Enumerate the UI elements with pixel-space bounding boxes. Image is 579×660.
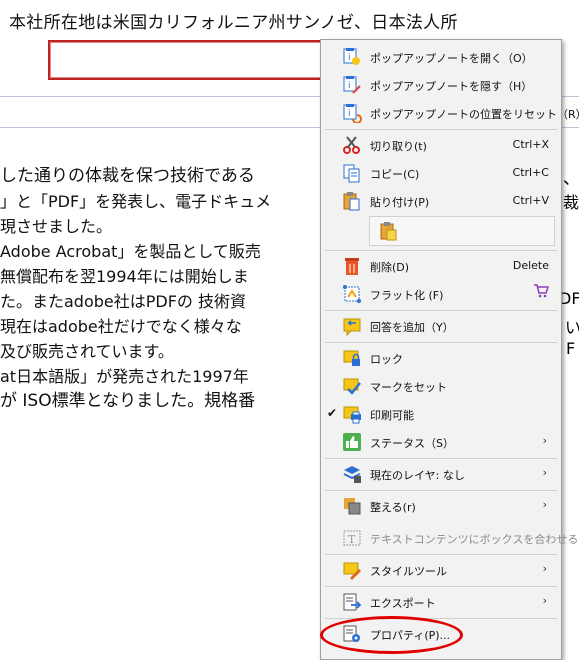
popup-reset-icon: i (341, 103, 363, 123)
menu-item-label: テキストコンテンツにボックスを合わせる (370, 533, 579, 546)
menu-item-label: 回答を追加（Y） (370, 321, 454, 334)
menu-item-open-popup-note[interactable]: i ポップアップノートを開く（O） (323, 44, 559, 70)
menu-item-label: 削除(D) (370, 261, 410, 274)
menu-separator (325, 310, 557, 311)
menu-item-label: コピー(C) (370, 168, 420, 181)
svg-text:i: i (348, 53, 351, 63)
menu-separator (325, 490, 557, 491)
copy-icon (341, 163, 363, 183)
submenu-arrow-icon: › (542, 498, 547, 511)
menu-item-hide-popup-note[interactable]: i ポップアップノートを隠す（H） (323, 72, 559, 98)
submenu-arrow-icon: › (542, 594, 547, 607)
document-right-fragment: 裁 (563, 193, 579, 212)
document-right-fragment: DF (559, 289, 579, 308)
submenu-arrow-icon: › (542, 434, 547, 447)
svg-text:i: i (348, 109, 351, 119)
layer-icon (341, 464, 363, 484)
cart-icon (533, 284, 550, 302)
shortcut-label: Ctrl+V (512, 194, 549, 207)
svg-text:i: i (348, 81, 351, 91)
paste-clipboard-icon (378, 220, 400, 242)
menu-item-label: マークをセット (370, 381, 447, 394)
menu-item-set-mark[interactable]: マークをセット (323, 373, 559, 399)
menu-item-delete[interactable]: 削除(D) Delete (323, 253, 559, 279)
svg-text:T: T (348, 533, 356, 546)
popup-open-icon: i (341, 47, 363, 67)
selected-text-box-annotation[interactable] (48, 40, 334, 80)
menu-item-printable[interactable]: ✔ 印刷可能 (323, 401, 559, 427)
menu-separator (325, 129, 557, 130)
lock-note-icon (341, 348, 363, 368)
arrange-icon (341, 496, 363, 516)
menu-item-add-reply[interactable]: 回答を追加（Y） (323, 313, 559, 339)
popup-hide-icon: i (341, 75, 363, 95)
menu-item-label: 現在のレイヤ: なし (370, 469, 465, 482)
menu-item-fit-box-to-text[interactable]: T テキストコンテンツにボックスを合わせる (323, 525, 578, 551)
menu-item-label: ロック (370, 353, 403, 366)
thumbs-up-icon (341, 432, 363, 452)
shortcut-label: Delete (512, 259, 549, 272)
menu-item-cut[interactable]: 切り取り(t) Ctrl+X (323, 132, 559, 158)
menu-item-style-tool[interactable]: スタイルツール › (323, 557, 559, 583)
menu-item-label: ポップアップノートを隠す（H） (370, 80, 533, 93)
menu-item-label: 貼り付け(P) (370, 196, 430, 209)
menu-item-status[interactable]: ステータス（S） › (323, 429, 559, 455)
highlight-annotation-circle (320, 616, 463, 654)
menu-item-current-layer[interactable]: 現在のレイヤ: なし › (323, 461, 559, 487)
menu-item-label: スタイルツール (370, 565, 447, 578)
menu-item-label: フラット化 (F) (370, 289, 444, 302)
shortcut-label: Ctrl+C (512, 166, 549, 179)
menu-item-label: ポップアップノートの位置をリセット（R） (370, 108, 579, 121)
paste-preview-box[interactable] (369, 216, 555, 246)
context-menu: i ポップアップノートを開く（O） i ポップアップノートを隠す（H） i ポッ… (320, 39, 579, 660)
document-right-fragment: F (566, 339, 576, 358)
menu-item-reset-popup-position[interactable]: i ポップアップノートの位置をリセット（R） (323, 100, 579, 126)
document-right-fragment: い (565, 318, 579, 337)
document-top-line: 本社所在地は米国カリフォルニア州サンノゼ、日本法人所 (9, 13, 458, 33)
menu-item-copy[interactable]: コピー(C) Ctrl+C (323, 160, 559, 186)
menu-item-label: 整える(r) (370, 501, 416, 514)
menu-item-label: 印刷可能 (370, 409, 414, 422)
menu-separator (325, 554, 557, 555)
check-icon: ✔ (327, 406, 338, 420)
menu-item-export[interactable]: エクスポート › (323, 589, 559, 615)
menu-item-label: エクスポート (370, 597, 436, 610)
menu-item-label: ステータス（S） (370, 437, 454, 450)
style-tool-icon (341, 560, 363, 580)
mark-icon (341, 376, 363, 396)
menu-item-label: ポップアップノートを開く（O） (370, 52, 533, 65)
flatten-icon (341, 284, 363, 304)
menu-item-label: 切り取り(t) (370, 140, 427, 153)
menu-item-arrange[interactable]: 整える(r) › (323, 493, 559, 519)
menu-separator (325, 342, 557, 343)
fit-text-icon: T (341, 528, 363, 548)
menu-item-flatten[interactable]: フラット化 (F) (323, 281, 559, 307)
menu-item-lock[interactable]: ロック (323, 345, 559, 371)
export-icon (341, 592, 363, 612)
shortcut-label: Ctrl+X (512, 138, 549, 151)
menu-separator (325, 586, 557, 587)
trash-icon (341, 256, 363, 276)
scissors-icon (341, 135, 363, 155)
paste-icon (341, 191, 363, 211)
document-right-fragment: 、 (563, 169, 579, 189)
menu-item-paste[interactable]: 貼り付け(P) Ctrl+V (323, 188, 559, 214)
menu-separator (325, 458, 557, 459)
submenu-arrow-icon: › (542, 466, 547, 479)
menu-separator (325, 250, 557, 251)
print-icon (341, 404, 363, 424)
submenu-arrow-icon: › (542, 562, 547, 575)
reply-icon (341, 316, 363, 336)
